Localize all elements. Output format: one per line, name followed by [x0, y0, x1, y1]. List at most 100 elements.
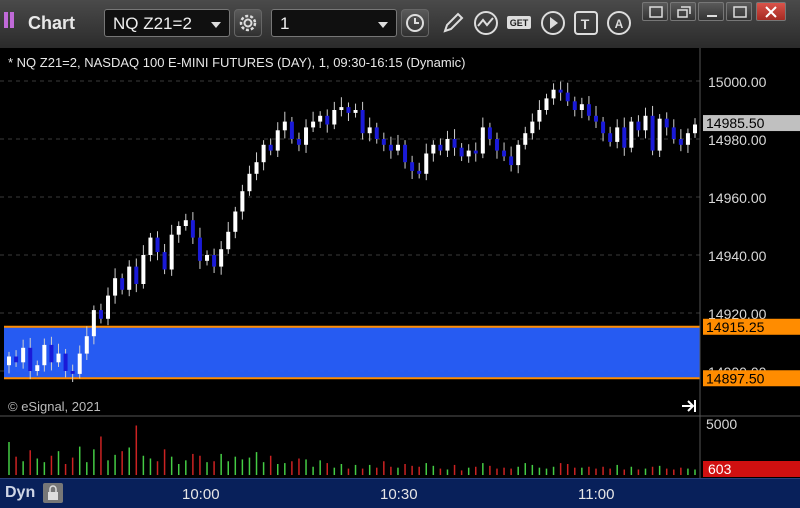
candle-body	[374, 127, 379, 139]
candle-body	[664, 118, 669, 128]
candle-body	[629, 121, 634, 148]
candle-body	[197, 237, 202, 261]
candle-body	[346, 107, 351, 113]
play-icon[interactable]	[540, 10, 566, 36]
candle-body	[261, 144, 266, 163]
candle-body	[318, 115, 323, 122]
candle-body	[565, 92, 570, 102]
candle-body	[579, 104, 584, 110]
candle-body	[395, 144, 400, 151]
candle-body	[537, 110, 542, 122]
candle-body	[601, 121, 606, 134]
candle-body	[205, 255, 210, 261]
candle-body	[445, 139, 450, 151]
minimize-icon	[649, 6, 663, 18]
minimize-window-button[interactable]	[698, 2, 724, 21]
settings-button[interactable]	[234, 9, 262, 37]
candle-body	[388, 144, 393, 151]
candle-body	[190, 220, 195, 238]
candle-body	[466, 150, 471, 157]
candle-body	[289, 121, 294, 139]
candle-body	[494, 139, 499, 151]
candle-body	[523, 133, 528, 145]
clock-icon	[406, 14, 424, 32]
candle-body	[608, 133, 613, 142]
pencil-draw-icon[interactable]	[440, 10, 466, 36]
close-button[interactable]	[756, 2, 786, 21]
svg-text:T: T	[581, 16, 590, 32]
maximize-button[interactable]	[726, 2, 752, 21]
candle-body	[650, 115, 655, 151]
candle-body	[183, 220, 188, 226]
zone-top-label: 14915.25	[706, 319, 765, 335]
clock-button[interactable]	[401, 9, 429, 37]
candle-body	[332, 110, 337, 125]
text-icon[interactable]: T	[573, 10, 599, 36]
candle-body	[615, 127, 620, 142]
interval-select[interactable]: 1	[271, 9, 397, 37]
candle-body	[516, 144, 521, 166]
candle-body	[339, 107, 344, 110]
candle-body	[70, 371, 75, 374]
candle-body	[49, 344, 54, 363]
candle-body	[487, 127, 492, 139]
candle-body	[509, 156, 514, 166]
candle-body	[282, 121, 287, 131]
candle-body	[311, 121, 316, 128]
candle-body	[353, 110, 358, 113]
lock-icon[interactable]	[43, 483, 63, 503]
study-wave-icon[interactable]	[473, 10, 499, 36]
candle-body	[106, 295, 111, 319]
candle-body	[360, 110, 365, 134]
last-price-label: 14985.50	[706, 115, 765, 131]
candle-body	[120, 278, 125, 290]
candle-body	[643, 115, 648, 131]
mode-label[interactable]: Dyn	[5, 484, 35, 502]
svg-text:A: A	[615, 17, 624, 31]
restore-button[interactable]	[670, 2, 696, 21]
candle-body	[212, 255, 217, 267]
close-icon	[765, 6, 777, 18]
chevron-down-icon[interactable]	[211, 22, 221, 28]
candle-body	[438, 144, 443, 151]
candle-body	[417, 170, 422, 174]
y-tick-label: 14960.00	[708, 190, 767, 206]
interval-value: 1	[280, 14, 290, 33]
candle-body	[431, 144, 436, 154]
zone-rect	[4, 326, 700, 379]
candle-body	[671, 127, 676, 139]
symbol-value: NQ Z21=2	[113, 14, 192, 33]
app-logo-icon	[4, 10, 20, 30]
chart-header: * NQ Z21=2, NASDAQ 100 E-MINI FUTURES (D…	[8, 55, 465, 70]
candle-body	[452, 139, 457, 148]
candle-body	[685, 133, 690, 145]
candle-body	[381, 139, 386, 145]
x-tick-label: 10:30	[380, 486, 418, 503]
window-title: Chart	[28, 13, 76, 33]
candle-body	[268, 144, 273, 151]
chevron-down-icon[interactable]	[378, 22, 388, 28]
candle-body	[502, 150, 507, 157]
candle-body	[28, 347, 33, 371]
price-chart[interactable]: 15000.0014980.0014960.0014940.0014920.00…	[0, 48, 800, 478]
candle-body	[367, 127, 372, 134]
support-zone	[4, 325, 700, 380]
get-data-icon[interactable]: GET	[506, 10, 532, 36]
minimize-button[interactable]	[642, 2, 668, 21]
candle-body	[473, 150, 478, 154]
y-tick-label: 14940.00	[708, 248, 767, 264]
volume-tick-label: 5000	[706, 416, 737, 432]
candle-body	[226, 231, 231, 250]
candle-body	[42, 344, 47, 366]
alert-triangle-icon[interactable]: A	[606, 10, 632, 36]
y-tick-label: 15000.00	[708, 74, 767, 90]
candle-body	[63, 353, 68, 371]
candle-body	[21, 347, 26, 363]
candle-body	[219, 249, 224, 267]
candle-body	[572, 101, 577, 110]
toolbar: Chart NQ Z21=2 1 GET T A	[0, 0, 800, 48]
gear-icon	[239, 14, 257, 32]
candle-body	[91, 310, 96, 337]
symbol-input[interactable]: NQ Z21=2	[104, 9, 230, 37]
candle-body	[593, 115, 598, 122]
